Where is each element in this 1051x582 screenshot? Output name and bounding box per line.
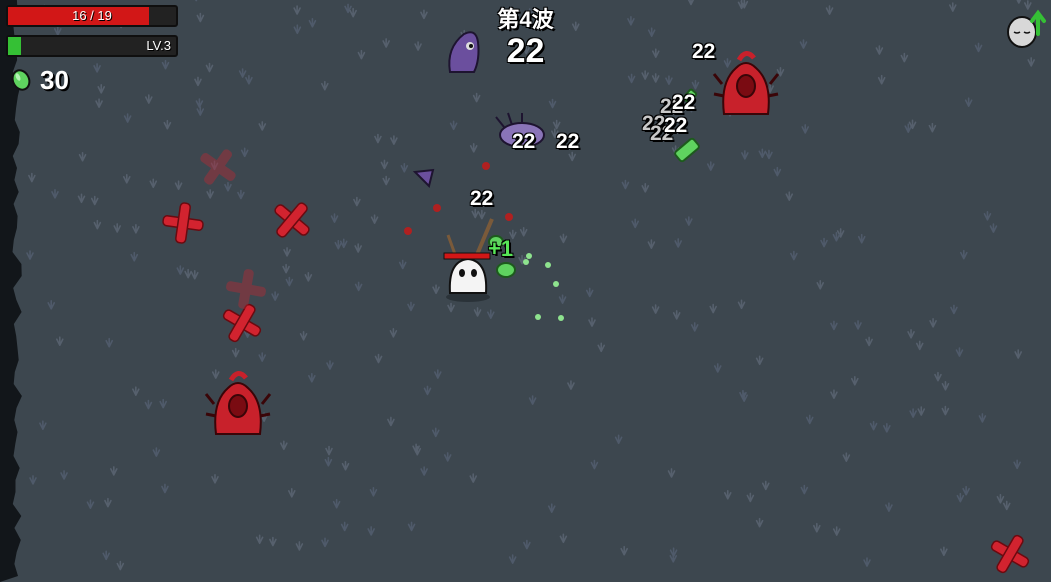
projectile xyxy=(553,281,559,287)
wave-label: 第4波 xyxy=(497,7,554,32)
spawn-marker xyxy=(162,202,204,244)
damage-number: 22 xyxy=(470,187,494,210)
level-up-arrow-icon xyxy=(1007,9,1046,48)
damage-number: 22 xyxy=(556,130,580,153)
player-character xyxy=(443,218,494,302)
wave-timer: 22 xyxy=(506,32,545,70)
material-icon xyxy=(11,69,31,91)
projectile xyxy=(526,253,532,259)
enemy-red-hooded xyxy=(204,371,272,435)
blood-splatter xyxy=(482,162,490,170)
game-world xyxy=(162,31,1030,574)
projectile xyxy=(535,314,541,320)
damage-number: 22 xyxy=(512,130,536,153)
spawn-marker xyxy=(274,202,310,238)
damage-number: 22 xyxy=(672,91,696,114)
spawn-marker-faded xyxy=(226,269,266,309)
spawn-marker-faded xyxy=(200,149,236,185)
material-pickup xyxy=(496,262,516,278)
blood-splatter xyxy=(404,227,412,235)
spawn-marker xyxy=(990,534,1030,574)
projectile xyxy=(545,262,551,268)
enemy-small-purple xyxy=(412,168,435,188)
blood-splatter xyxy=(433,204,441,212)
projectile xyxy=(558,315,564,321)
projectile xyxy=(523,259,529,265)
heal-popup: +1 xyxy=(488,236,514,261)
blood-splatter xyxy=(505,213,513,221)
